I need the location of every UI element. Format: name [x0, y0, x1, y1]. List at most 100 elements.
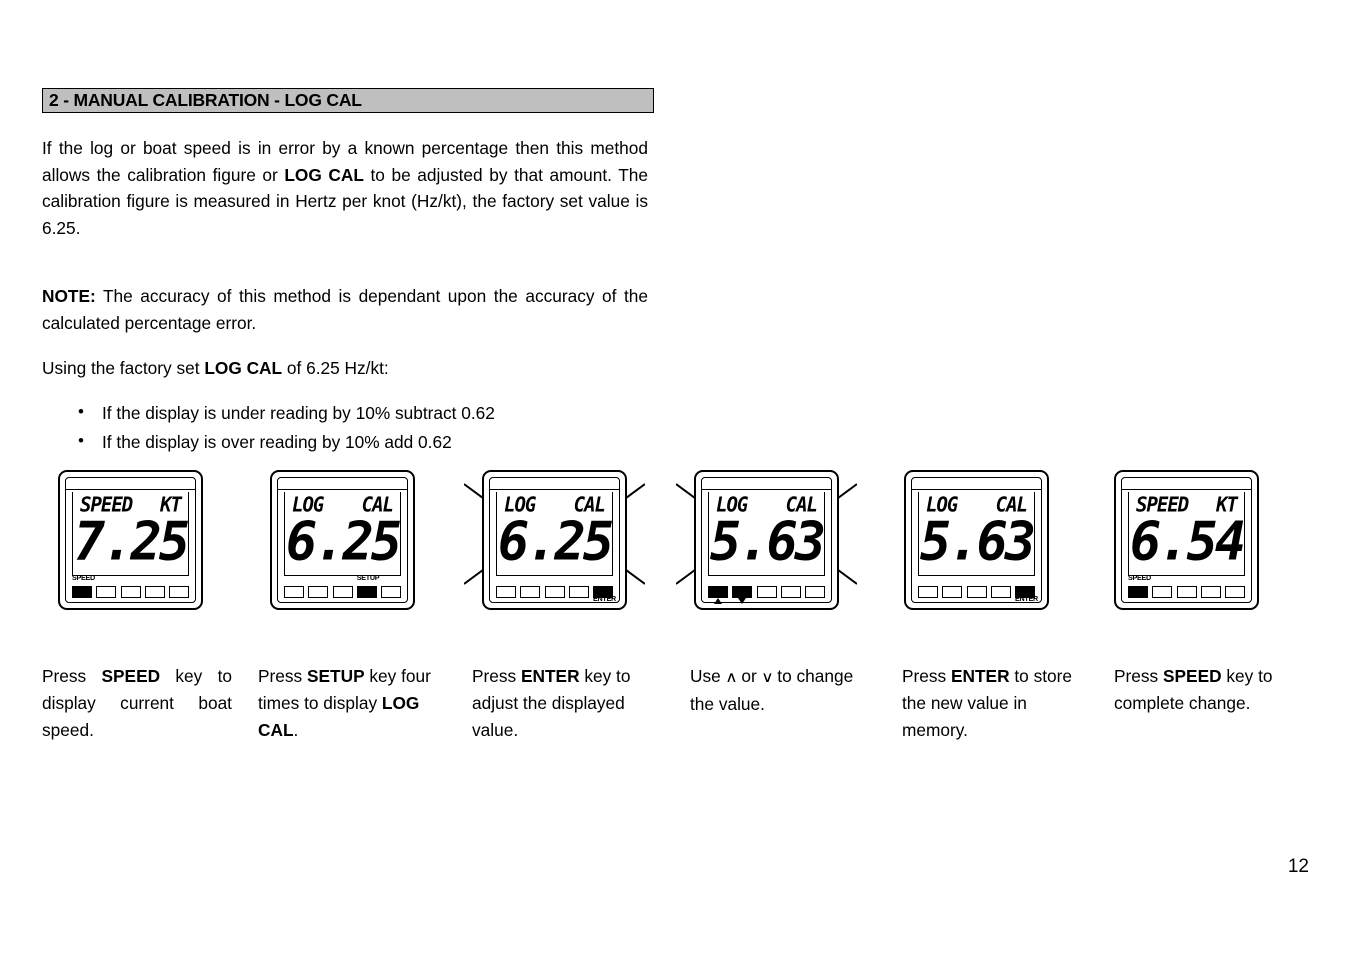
caption-key-name: ENTER — [520, 666, 580, 686]
arrow-down-icon — [738, 598, 747, 604]
unit-key-button[interactable] — [1200, 586, 1221, 598]
unit-key-button[interactable] — [381, 586, 401, 598]
unit-key-button[interactable] — [805, 586, 825, 598]
unit-key-button[interactable] — [966, 586, 987, 598]
unit-key-button[interactable] — [544, 586, 565, 598]
lcd-screen: LOG CAL 5.63 — [708, 492, 825, 576]
button-holder — [332, 586, 353, 598]
unit-body: LOG CAL 5.63 — [701, 477, 832, 604]
intro-paragraph: If the log or boat speed is in error by … — [42, 135, 648, 241]
using-text-2: of 6.25 Hz/kt: — [282, 358, 389, 378]
using-text-1: Using the factory set — [42, 358, 205, 378]
unit-body: LOG CAL 6.25 ENTER — [489, 477, 620, 603]
caption-text-pre: Press — [42, 666, 102, 686]
unit-key-button[interactable] — [918, 586, 938, 598]
unit-key-button[interactable] — [496, 586, 516, 598]
unit-key-button[interactable] — [708, 586, 728, 598]
unit-key-button[interactable] — [1225, 586, 1245, 598]
section-heading-text: 2 - MANUAL CALIBRATION - LOG CAL — [49, 90, 362, 110]
caption-text-pre: Press — [902, 666, 951, 686]
caption-text-pre: Press — [472, 666, 521, 686]
unit-caption: Press SPEED key to complete change. — [1114, 663, 1304, 717]
unit-caption: Use ∧ or ∨ to change the value. — [690, 663, 875, 718]
button-holder — [780, 586, 801, 598]
caption-key-name: ENTER — [950, 666, 1010, 686]
button-strip: ENTER — [496, 586, 616, 603]
unit-key-button[interactable] — [732, 586, 753, 598]
caption-text-post-2: . — [293, 720, 299, 740]
unit-body: LOG CAL 6.25 SETUP — [277, 477, 408, 603]
unit-bezel: LOG CAL 5.63 — [694, 470, 839, 610]
caption-text-mid: or — [736, 666, 762, 686]
button-holder — [144, 586, 165, 598]
unit-bezel: LOG CAL 6.25 SETUP — [270, 470, 415, 610]
list-item: If the display is over reading by 10% ad… — [78, 427, 702, 457]
unit-caption: Press ENTER to store the new value in me… — [902, 663, 1082, 744]
unit-key-button[interactable] — [990, 586, 1011, 598]
unit-key-button[interactable] — [1176, 586, 1197, 598]
unit-key-button[interactable] — [568, 586, 589, 598]
button-strip — [708, 586, 825, 604]
instrument-unit: LOG CAL 6.25 SETUP — [270, 470, 415, 615]
note-paragraph: NOTE: The accuracy of this method is dep… — [42, 283, 648, 336]
unit-key-button[interactable] — [144, 586, 165, 598]
intro-bold-logcal: LOG CAL — [284, 164, 364, 185]
unit-caption: Press ENTER key to adjust the displayed … — [472, 663, 667, 744]
unit-top-strip — [1122, 478, 1251, 490]
button-holder — [284, 586, 304, 598]
unit-key-button[interactable] — [72, 586, 92, 598]
lcd-value: 6.25 — [285, 511, 400, 573]
unit-key-button[interactable] — [1128, 586, 1148, 598]
button-holder — [1152, 586, 1173, 598]
unit-bezel: SPEED KT 6.54 SPEED — [1114, 470, 1259, 610]
unit-key-button[interactable] — [942, 586, 963, 598]
unit-bezel: LOG CAL 6.25 ENTER — [482, 470, 627, 610]
unit-key-button[interactable] — [756, 586, 777, 598]
lcd-value: 6.25 — [497, 511, 612, 573]
bullet-list: If the display is under reading by 10% s… — [60, 398, 702, 457]
list-item: If the display is under reading by 10% s… — [78, 398, 702, 428]
unit-key-button[interactable] — [169, 586, 189, 598]
unit-key-button[interactable] — [332, 586, 353, 598]
caption-text-pre: Use — [690, 666, 726, 686]
intro-paragraph-block: If the log or boat speed is in error by … — [42, 135, 648, 241]
unit-top-strip — [702, 478, 831, 490]
unit-caption: Press SETUP key four times to display LO… — [258, 663, 443, 744]
unit-key-button[interactable] — [96, 586, 117, 598]
button-holder — [169, 586, 189, 598]
button-row: SETUP — [278, 574, 407, 602]
note-paragraph-block: NOTE: The accuracy of this method is dep… — [42, 283, 648, 336]
unit-key-button[interactable] — [284, 586, 304, 598]
caption-text-pre: Press — [1114, 666, 1163, 686]
unit-key-button[interactable] — [356, 586, 377, 598]
button-strip: ENTER — [918, 586, 1038, 603]
unit-key-button[interactable] — [520, 586, 541, 598]
button-holder — [496, 586, 516, 598]
button-holder: ENTER — [1015, 586, 1038, 603]
instrument-unit: SPEED KT 7.25 SPEED — [58, 470, 203, 615]
unit-key-button[interactable] — [1152, 586, 1173, 598]
button-holder — [756, 586, 777, 598]
instrument-units-row: SPEED KT 7.25 SPEED LOG CAL 6.25 SETUP LOG CAL 6.2… — [0, 470, 1351, 615]
button-strip: SPEED — [1128, 574, 1245, 598]
button-row: SPEED — [1122, 574, 1251, 602]
button-holder: SPEED — [1128, 574, 1151, 598]
unit-bezel: SPEED KT 7.25 SPEED — [58, 470, 203, 610]
lcd-screen: LOG CAL 5.63 — [918, 492, 1035, 576]
unit-bezel: LOG CAL 5.63 ENTER — [904, 470, 1049, 610]
button-holder: SPEED — [72, 574, 95, 598]
caption-key-name: SPEED — [101, 666, 161, 686]
lcd-value: 6.54 — [1129, 511, 1244, 573]
lcd-screen: SPEED KT 7.25 — [72, 492, 189, 576]
key-label: SPEED — [72, 573, 95, 582]
unit-key-button[interactable] — [120, 586, 141, 598]
button-holder — [96, 586, 117, 598]
note-label: NOTE: — [42, 286, 96, 306]
unit-key-button[interactable] — [780, 586, 801, 598]
lcd-value: 5.63 — [919, 511, 1034, 573]
key-label: SPEED — [1128, 573, 1151, 582]
unit-body: SPEED KT 6.54 SPEED — [1121, 477, 1252, 603]
key-label: ENTER — [1015, 594, 1038, 603]
button-strip: SPEED — [72, 574, 189, 598]
unit-key-button[interactable] — [308, 586, 329, 598]
